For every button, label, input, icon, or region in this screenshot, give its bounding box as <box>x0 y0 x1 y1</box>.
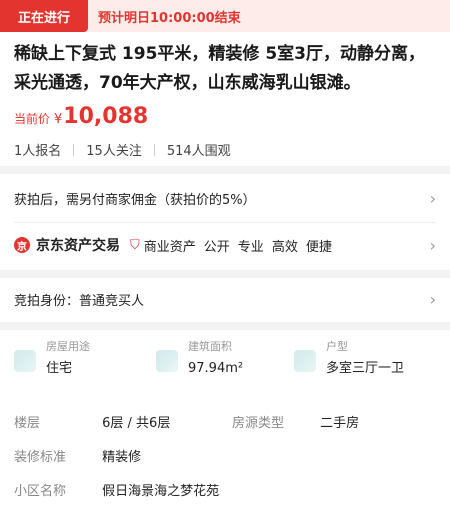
detail-key: 楼层 <box>14 416 41 431</box>
detail-value: 6层 / 共6层 <box>102 416 171 431</box>
area-icon <box>156 350 178 372</box>
stats-divider <box>153 143 155 156</box>
attribute-usage: 房屋用途 住宅 <box>14 338 90 380</box>
platform-tag: 高效 <box>271 239 298 255</box>
detail-floor: 楼层 6层 / 共6层 <box>14 412 170 431</box>
detail-key: 房源类型 <box>232 416 285 431</box>
detail-key: 装修标准 <box>14 450 67 465</box>
attribute-value: 多室三厅一卫 <box>326 361 405 376</box>
bid-identity-row[interactable]: 竞拍身份： 普通竞买人 › <box>0 278 450 320</box>
platform-tag: 专业 <box>237 239 264 255</box>
attribute-value: 97.94m² <box>188 361 244 376</box>
floorplan-icon <box>294 350 316 372</box>
section-gap <box>0 270 450 278</box>
current-price: 当前价 ¥ 10,088 <box>14 104 148 129</box>
follower-count: 15人关注 <box>86 144 142 159</box>
detail-source-type: 房源类型 二手房 <box>232 412 359 431</box>
platform-tag: 公开 <box>203 239 230 255</box>
bid-identity-value: 普通竞买人 <box>79 293 145 309</box>
status-badge: 正在进行 <box>0 0 88 32</box>
attribute-layout: 户型 多室三厅一卫 <box>294 338 404 380</box>
chevron-right-icon: › <box>429 188 436 208</box>
commission-row[interactable]: 获拍后，需另付商家佣金（获拍价的5%） › <box>0 174 450 222</box>
end-time-banner: 预计明日10:00:00结束 <box>88 0 450 32</box>
attribute-value: 住宅 <box>46 361 73 376</box>
chevron-right-icon: › <box>429 289 436 309</box>
section-gap <box>0 322 450 330</box>
section-gap <box>0 166 450 174</box>
jd-logo-icon: 京 <box>14 237 30 253</box>
detail-key: 小区名称 <box>14 484 67 499</box>
viewer-count: 514人围观 <box>166 144 231 159</box>
attribute-area: 建筑面积 97.94m² <box>156 338 243 380</box>
listing-title: 稀缺上下复式 195平米，精装修 5室3厅，动静分离，采光通透，70年大产权，山… <box>14 44 425 93</box>
detail-value: 精装修 <box>102 450 142 465</box>
shield-icon: ⛉ <box>130 237 140 253</box>
detail-value: 二手房 <box>320 416 360 431</box>
commission-text: 获拍后，需另付商家佣金（获拍价的5%） <box>14 192 256 208</box>
detail-decoration: 装修标准 精装修 <box>14 446 141 465</box>
signup-count: 1人报名 <box>14 144 62 159</box>
platform-tag: 便捷 <box>305 239 332 255</box>
attribute-key: 建筑面积 <box>188 340 232 353</box>
price-currency: ¥ <box>54 112 63 127</box>
platform-category: 商业资产 <box>143 239 196 255</box>
price-value: 10,088 <box>63 104 149 129</box>
property-attributes: 房屋用途 住宅 建筑面积 97.94m² 户型 多室三厅一卫 <box>0 338 450 398</box>
chevron-right-icon: › <box>429 235 436 255</box>
stats-divider <box>73 143 75 156</box>
detail-value: 假日海景海之梦花苑 <box>102 484 220 499</box>
auction-stats: 1人报名 15人关注 514人围观 <box>14 140 231 159</box>
platform-name: 京东资产交易 <box>36 238 120 254</box>
detail-community: 小区名称 假日海景海之梦花苑 <box>14 480 219 499</box>
building-icon <box>14 350 36 372</box>
status-bar: 正在进行 预计明日10:00:00结束 <box>0 0 450 32</box>
price-label: 当前价 <box>14 112 51 126</box>
attribute-key: 房屋用途 <box>46 340 90 353</box>
attribute-key: 户型 <box>326 340 348 353</box>
platform-row[interactable]: 京 京东资产交易 ⛉ 商业资产 公开 专业 高效 便捷 › <box>0 222 450 268</box>
bid-identity-label: 竞拍身份： <box>14 293 80 309</box>
